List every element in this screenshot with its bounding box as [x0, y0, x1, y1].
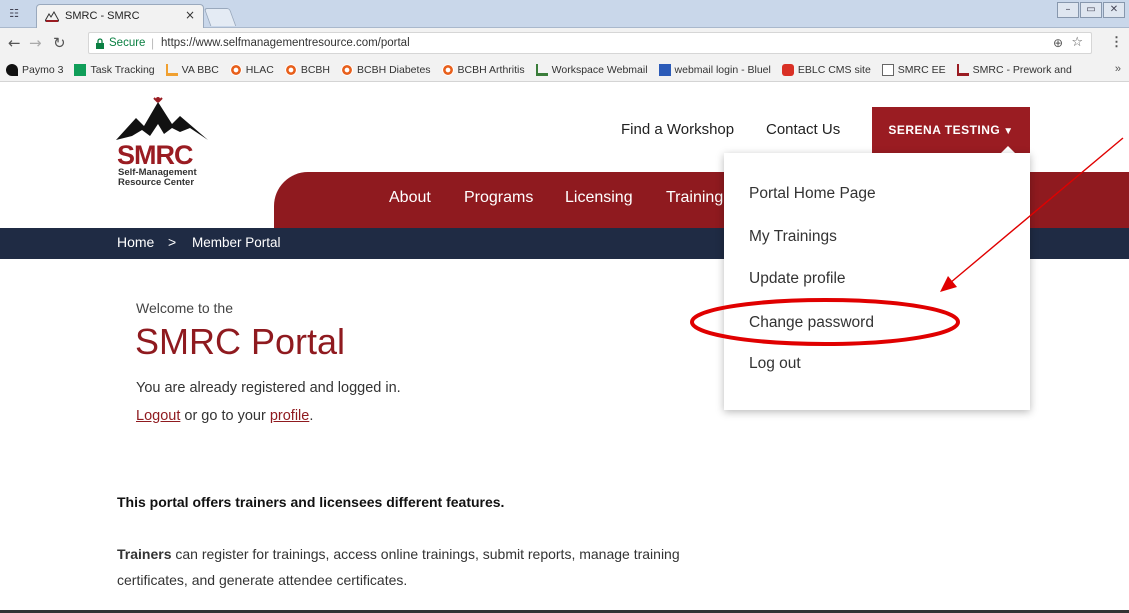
- bookmark-item[interactable]: Paymo 3: [6, 63, 64, 76]
- nav-about[interactable]: About: [389, 189, 431, 207]
- bookmark-label: SMRC EE: [897, 63, 946, 76]
- secure-label: Secure: [109, 37, 146, 49]
- bookmark-label: VA BBC: [181, 63, 219, 76]
- address-bar-row: ← → ↻ Secure | https://www.selfmanagemen…: [0, 28, 1129, 58]
- bookmark-item[interactable]: SMRC EE: [881, 63, 946, 76]
- new-tab-button[interactable]: [203, 8, 237, 26]
- grid-icon: [658, 63, 671, 76]
- target-icon: [441, 63, 454, 76]
- reload-icon[interactable]: ↻: [53, 35, 66, 51]
- caret-down-icon: ▼: [1003, 126, 1014, 137]
- chat-icon: [781, 63, 794, 76]
- bookmark-label: BCBH Diabetes: [357, 63, 431, 76]
- bookmark-item[interactable]: BCBH Diabetes: [341, 63, 431, 76]
- browser-tab[interactable]: SMRC - SMRC ×: [36, 4, 204, 28]
- nav-programs[interactable]: Programs: [464, 189, 533, 207]
- trainers-bold: Trainers: [117, 546, 172, 562]
- workspace-icon: [535, 63, 548, 76]
- bookmark-label: BCBH Arthritis: [457, 63, 525, 76]
- forward-arrow-icon[interactable]: →: [29, 35, 42, 51]
- maximize-icon[interactable]: ▭: [1080, 2, 1102, 18]
- target-icon: [341, 63, 353, 76]
- nav-trainings[interactable]: Training: [666, 189, 723, 207]
- logout-profile-line: Logout or go to your profile.: [136, 408, 313, 424]
- trainers-paragraph: Trainers can register for trainings, acc…: [117, 541, 717, 593]
- tab-title: SMRC - SMRC: [65, 10, 140, 22]
- bookmark-item[interactable]: VA BBC: [165, 63, 219, 76]
- bookmark-label: HLAC: [245, 63, 274, 76]
- target-icon: [284, 63, 297, 76]
- bookmark-item[interactable]: BCBH: [284, 63, 330, 76]
- period-text: .: [309, 408, 314, 424]
- menu-item-update-profile[interactable]: Update profile: [749, 270, 846, 288]
- page-icon: [881, 63, 894, 76]
- target-icon: [229, 63, 242, 76]
- url-omnibox[interactable]: Secure | https://www.selfmanagementresou…: [88, 32, 1092, 54]
- bookmark-label: Paymo 3: [22, 63, 64, 76]
- bookmark-item[interactable]: Workspace Webmail: [535, 63, 648, 76]
- smrc-icon: [956, 63, 969, 76]
- trainers-text: can register for trainings, access onlin…: [117, 546, 680, 588]
- menu-item-portal-home[interactable]: Portal Home Page: [749, 185, 876, 203]
- middle-text: or go to your: [180, 408, 270, 424]
- welcome-text: Welcome to the: [136, 300, 234, 316]
- menu-item-change-password[interactable]: Change password: [749, 314, 874, 332]
- breadcrumb-separator: >: [168, 234, 177, 250]
- minimize-icon[interactable]: –: [1057, 2, 1079, 18]
- bookmarks-more-icon[interactable]: »: [1110, 63, 1121, 75]
- bookmark-item[interactable]: webmail login - Bluel: [658, 63, 771, 76]
- window-controls: – ▭ ✕: [1057, 2, 1125, 20]
- nav-licensing[interactable]: Licensing: [565, 189, 633, 207]
- tab-search-icon[interactable]: ☷: [4, 5, 24, 23]
- paymo-icon: [6, 63, 18, 76]
- logout-link[interactable]: Logout: [136, 408, 180, 424]
- tab-close-icon[interactable]: ×: [185, 8, 195, 22]
- back-arrow-icon[interactable]: ←: [8, 35, 21, 51]
- bookmark-label: BCBH: [300, 63, 330, 76]
- bookmark-label: SMRC - Prework and: [972, 63, 1072, 76]
- browser-tabstrip: ☷ SMRC - SMRC × – ▭ ✕: [0, 0, 1129, 28]
- bookmark-item[interactable]: Task Tracking: [74, 63, 155, 76]
- bookmark-label: EBLC CMS site: [797, 63, 871, 76]
- leaf-icon: [165, 63, 178, 76]
- logo-sub-line2: Resource Center: [118, 177, 195, 188]
- zoom-icon[interactable]: ⊕: [1053, 36, 1063, 50]
- breadcrumb-home[interactable]: Home: [117, 234, 154, 250]
- features-heading: This portal offers trainers and licensee…: [117, 494, 505, 510]
- sheets-icon: [74, 63, 87, 76]
- bookmarks-bar: Paymo 3 Task Tracking VA BBC HLAC BCBH BCBH D…: [0, 58, 1129, 82]
- contact-us-link[interactable]: Contact Us: [766, 121, 840, 138]
- bookmark-item[interactable]: SMRC - Prework and: [956, 63, 1072, 76]
- browser-menu-icon[interactable]: ⋮: [1110, 34, 1123, 50]
- close-window-icon[interactable]: ✕: [1103, 2, 1125, 18]
- page-title: SMRC Portal: [135, 321, 346, 362]
- user-dropdown-menu: Portal Home Page My Trainings Update pro…: [724, 153, 1030, 410]
- smrc-favicon-icon: [45, 11, 59, 22]
- lock-icon: [96, 38, 104, 49]
- bookmark-star-icon[interactable]: ☆: [1071, 35, 1083, 50]
- breadcrumb-current: Member Portal: [192, 235, 281, 250]
- url-separator: |: [151, 36, 155, 50]
- user-name-label: SERENA TESTING: [888, 123, 1001, 137]
- bookmark-item[interactable]: BCBH Arthritis: [441, 63, 525, 76]
- site-logo-subtitle: Self-Management Resource Center: [118, 168, 197, 188]
- bookmark-item[interactable]: EBLC CMS site: [781, 63, 871, 76]
- menu-item-my-trainings[interactable]: My Trainings: [749, 228, 837, 246]
- bookmark-label: webmail login - Bluel: [674, 63, 771, 76]
- bookmark-item[interactable]: HLAC: [229, 63, 274, 76]
- url-text[interactable]: https://www.selfmanagementresource.com/p…: [161, 37, 410, 49]
- profile-link[interactable]: profile: [270, 408, 310, 424]
- bookmark-label: Task Tracking: [90, 63, 155, 76]
- registered-text: You are already registered and logged in…: [136, 380, 401, 396]
- menu-item-log-out[interactable]: Log out: [749, 355, 801, 373]
- find-workshop-link[interactable]: Find a Workshop: [621, 121, 734, 138]
- bookmark-label: Workspace Webmail: [551, 63, 648, 76]
